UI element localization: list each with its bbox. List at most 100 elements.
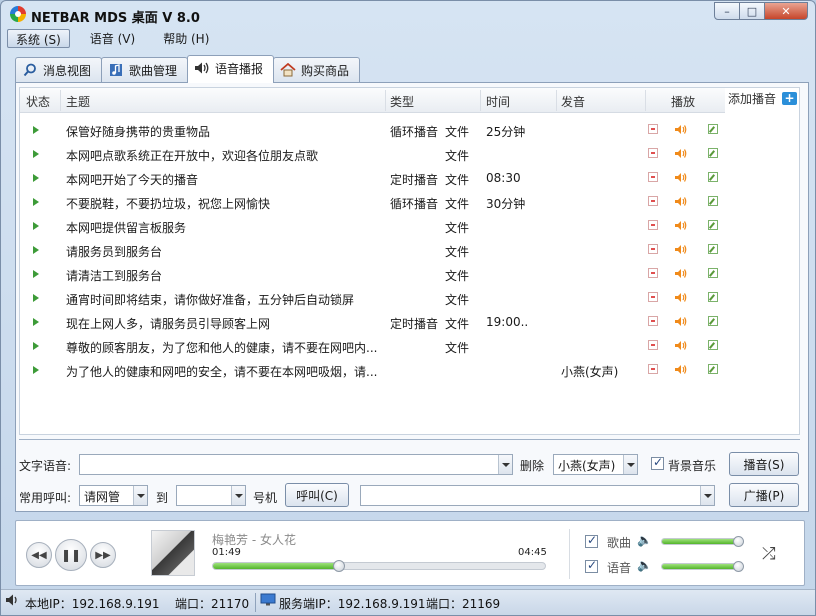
speaker-icon[interactable] xyxy=(675,220,687,230)
edit-icon[interactable] xyxy=(708,196,718,206)
delete-icon[interactable] xyxy=(648,124,658,134)
chevron-down-icon[interactable] xyxy=(231,486,245,505)
maximize-button[interactable]: □ xyxy=(739,2,765,20)
shuffle-icon[interactable]: ⤮ xyxy=(762,544,776,564)
header-divider[interactable] xyxy=(60,90,61,111)
bgm-checkbox[interactable] xyxy=(651,455,664,470)
tab-songs[interactable]: 歌曲管理 xyxy=(101,57,189,83)
tts-text-combo[interactable] xyxy=(79,454,513,475)
speaker-icon[interactable] xyxy=(675,292,687,302)
close-button[interactable]: ✕ xyxy=(764,2,808,20)
header-divider[interactable] xyxy=(556,90,557,111)
menu-help[interactable]: 帮助 (H) xyxy=(155,29,217,48)
header-status[interactable]: 状态 xyxy=(26,93,50,110)
voice-volume-knob[interactable] xyxy=(733,561,744,572)
machine-number-select[interactable] xyxy=(176,485,246,506)
list-item[interactable]: 尊敬的顾客朋友，为了您和他人的健康，请不要在网吧内... 文件 xyxy=(20,334,799,358)
list-item[interactable]: 为了他人的健康和网吧的安全，请不要在本网吧吸烟，请... 小燕(女声) xyxy=(20,358,799,382)
play-icon[interactable] xyxy=(33,150,39,158)
play-icon[interactable] xyxy=(33,126,39,134)
delete-icon[interactable] xyxy=(648,316,658,326)
delete-link[interactable]: 删除 xyxy=(520,457,544,474)
speaker-icon[interactable] xyxy=(675,268,687,278)
broadcast-button[interactable]: 广播(P) xyxy=(729,483,799,507)
list-item[interactable]: 本网吧点歌系统正在开放中，欢迎各位朋友点歌 文件 xyxy=(20,142,799,166)
list-item[interactable]: 请清洁工到服务台 文件 xyxy=(20,262,799,286)
speaker-icon[interactable] xyxy=(675,172,687,182)
play-icon[interactable] xyxy=(33,366,39,374)
song-volume-knob[interactable] xyxy=(733,536,744,547)
voice-volume-slider[interactable] xyxy=(661,563,739,570)
play-icon[interactable] xyxy=(33,222,39,230)
menu-voice[interactable]: 语音 (V) xyxy=(82,29,143,48)
edit-icon[interactable] xyxy=(708,316,718,326)
speaker-icon[interactable] xyxy=(675,340,687,350)
list-item[interactable]: 请服务员到服务台 文件 xyxy=(20,238,799,262)
edit-icon[interactable] xyxy=(708,124,718,134)
list-item[interactable]: 通宵时间即将结束，请你做好准备，五分钟后自动锁屏 文件 xyxy=(20,286,799,310)
header-divider[interactable] xyxy=(645,90,646,111)
delete-icon[interactable] xyxy=(648,148,658,158)
delete-icon[interactable] xyxy=(648,340,658,350)
pause-button[interactable]: ❚❚ xyxy=(55,539,87,571)
play-icon[interactable] xyxy=(33,294,39,302)
previous-button[interactable]: ◀◀ xyxy=(26,542,52,568)
tab-purchase[interactable]: 购买商品 xyxy=(273,57,361,83)
delete-icon[interactable] xyxy=(648,292,658,302)
tab-voice-broadcast[interactable]: 语音播报 xyxy=(187,55,275,83)
voice-checkbox[interactable] xyxy=(585,558,598,573)
chevron-down-icon[interactable] xyxy=(623,455,637,474)
list-item[interactable]: 不要脱鞋，不要扔垃圾，祝您上网愉快 循环播音 文件 30分钟 xyxy=(20,190,799,214)
header-divider[interactable] xyxy=(385,90,386,111)
edit-icon[interactable] xyxy=(708,172,718,182)
chevron-down-icon[interactable] xyxy=(700,486,714,505)
delete-icon[interactable] xyxy=(648,172,658,182)
header-divider[interactable] xyxy=(480,90,481,111)
list-item[interactable]: 本网吧开始了今天的播音 定时播音 文件 08:30 xyxy=(20,166,799,190)
speaker-icon[interactable] xyxy=(675,244,687,254)
delete-icon[interactable] xyxy=(648,244,658,254)
speaker-icon[interactable] xyxy=(675,148,687,158)
header-play[interactable]: 播放 xyxy=(671,93,695,110)
song-volume-slider[interactable] xyxy=(661,538,739,545)
edit-icon[interactable] xyxy=(708,340,718,350)
tab-messages[interactable]: 消息视图 xyxy=(15,57,103,83)
delete-icon[interactable] xyxy=(648,220,658,230)
voice-select[interactable]: 小燕(女声) xyxy=(553,454,638,475)
list-item[interactable]: 本网吧提供留言板服务 文件 xyxy=(20,214,799,238)
play-icon[interactable] xyxy=(33,174,39,182)
edit-icon[interactable] xyxy=(708,220,718,230)
header-voice[interactable]: 发音 xyxy=(561,93,585,110)
edit-icon[interactable] xyxy=(708,268,718,278)
edit-icon[interactable] xyxy=(708,148,718,158)
add-broadcast-button[interactable]: 添加播音 + xyxy=(728,90,798,107)
delete-icon[interactable] xyxy=(648,268,658,278)
list-item[interactable]: 保管好随身携带的贵重物品 循环播音 文件 25分钟 xyxy=(20,118,799,142)
chevron-down-icon[interactable] xyxy=(133,486,147,505)
edit-icon[interactable] xyxy=(708,364,718,374)
play-icon[interactable] xyxy=(33,246,39,254)
play-icon[interactable] xyxy=(33,318,39,326)
speaker-icon[interactable] xyxy=(675,364,687,374)
delete-icon[interactable] xyxy=(648,196,658,206)
progress-knob[interactable] xyxy=(332,560,345,572)
edit-icon[interactable] xyxy=(708,292,718,302)
play-icon[interactable] xyxy=(33,198,39,206)
next-button[interactable]: ▶▶ xyxy=(90,542,116,568)
header-subject[interactable]: 主题 xyxy=(66,93,90,110)
play-voice-button[interactable]: 播音(S) xyxy=(729,452,799,476)
edit-icon[interactable] xyxy=(708,244,718,254)
call-target-select[interactable]: 请网管 xyxy=(79,485,148,506)
song-checkbox[interactable] xyxy=(585,533,598,548)
progress-bar[interactable] xyxy=(212,562,546,570)
header-type[interactable]: 类型 xyxy=(390,93,414,110)
list-item[interactable]: 现在上网人多，请服务员引导顾客上网 定时播音 文件 19:00.. xyxy=(20,310,799,334)
broadcast-text-combo[interactable] xyxy=(360,485,715,506)
header-time[interactable]: 时间 xyxy=(486,93,510,110)
chevron-down-icon[interactable] xyxy=(498,455,512,474)
speaker-icon[interactable] xyxy=(675,196,687,206)
speaker-icon[interactable] xyxy=(675,316,687,326)
menu-system[interactable]: 系统 (S) xyxy=(7,29,70,48)
minimize-button[interactable]: – xyxy=(714,2,740,20)
call-button[interactable]: 呼叫(C) xyxy=(285,483,349,507)
